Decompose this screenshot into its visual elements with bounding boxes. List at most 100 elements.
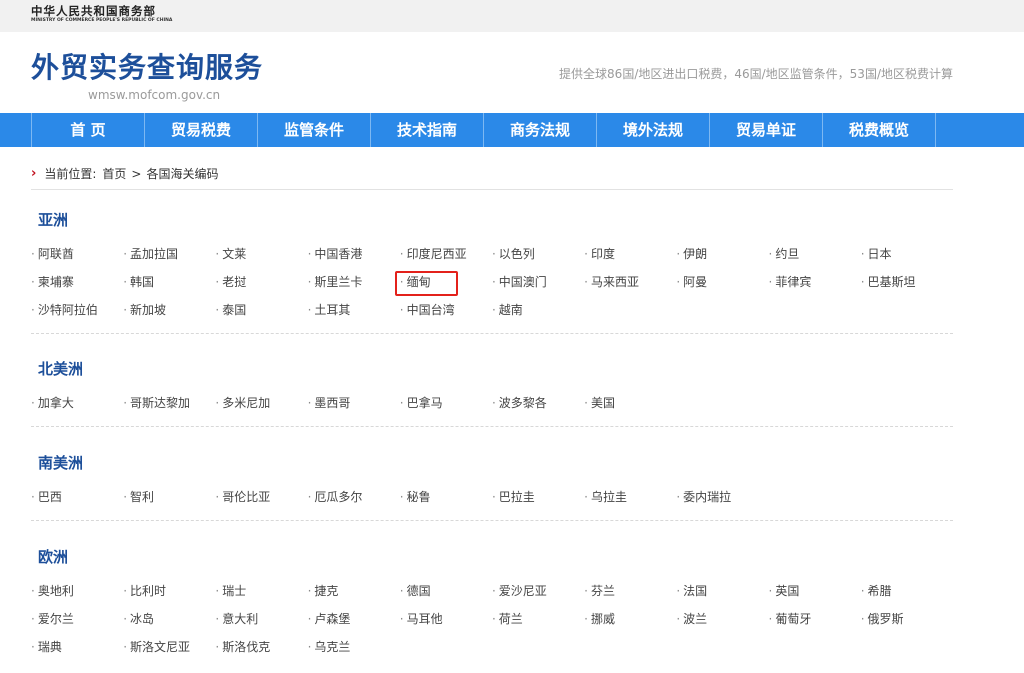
country-label: 俄罗斯: [867, 612, 904, 626]
country-link[interactable]: · 新加坡: [123, 301, 215, 319]
breadcrumb-home-link[interactable]: 首页: [102, 166, 126, 182]
nav-item-3[interactable]: 技术指南: [371, 113, 484, 147]
nav-item-6[interactable]: 贸易单证: [710, 113, 823, 147]
nav-item-2[interactable]: 监管条件: [258, 113, 371, 147]
country-link[interactable]: · 伊朗: [676, 245, 768, 263]
country-link[interactable]: · 哥斯达黎加: [123, 394, 215, 412]
country-link[interactable]: · 瑞士: [215, 582, 307, 600]
country-link[interactable]: · 文莱: [215, 245, 307, 263]
country-link[interactable]: · 乌拉圭: [584, 488, 676, 506]
bullet-dot-icon: ·: [31, 640, 35, 654]
country-link[interactable]: · 约旦: [769, 245, 861, 263]
country-link[interactable]: · 葡萄牙: [769, 610, 861, 628]
country-link[interactable]: · 爱沙尼亚: [492, 582, 584, 600]
nav-item-4[interactable]: 商务法规: [484, 113, 597, 147]
country-link[interactable]: · 俄罗斯: [861, 610, 953, 628]
country-link[interactable]: · 马来西亚: [584, 273, 676, 291]
country-link[interactable]: · 智利: [123, 488, 215, 506]
country-link[interactable]: · 波兰: [676, 610, 768, 628]
country-link[interactable]: · 以色列: [492, 245, 584, 263]
country-label: 老挝: [222, 275, 247, 289]
country-link[interactable]: · 巴西: [31, 488, 123, 506]
country-link[interactable]: · 卢森堡: [308, 610, 400, 628]
country-link[interactable]: · 巴拉圭: [492, 488, 584, 506]
country-link[interactable]: · 意大利: [215, 610, 307, 628]
country-label: 中国澳门: [498, 275, 547, 289]
country-link[interactable]: · 斯洛文尼亚: [123, 638, 215, 656]
country-link[interactable]: · 多米尼加: [215, 394, 307, 412]
country-link[interactable]: · 印度: [584, 245, 676, 263]
country-link[interactable]: · 奥地利: [31, 582, 123, 600]
country-link[interactable]: · 阿联酋: [31, 245, 123, 263]
bullet-dot-icon: ·: [307, 275, 312, 289]
country-link[interactable]: · 爱尔兰: [31, 610, 123, 628]
ministry-logo[interactable]: 中华人民共和国商务部 MINISTRY OF COMMERCE PEOPLE'S…: [31, 4, 172, 24]
bullet-dot-icon: ·: [768, 584, 773, 598]
country-link[interactable]: · 印度尼西亚: [400, 245, 492, 263]
country-link[interactable]: · 墨西哥: [308, 394, 400, 412]
country-label: 新加坡: [130, 303, 167, 317]
country-link[interactable]: · 荷兰: [492, 610, 584, 628]
country-link[interactable]: · 英国: [769, 582, 861, 600]
country-link[interactable]: · 芬兰: [584, 582, 676, 600]
country-link[interactable]: · 阿曼: [676, 273, 768, 291]
bullet-dot-icon: ·: [584, 584, 588, 598]
bullet-dot-icon: ·: [399, 396, 404, 410]
country-grid: · 阿联酋 · 孟加拉国 · 文莱 · 中国香港 · 印度尼西亚 · 以色列 · 印度 · 伊朗 · 约旦 · 日本 ·…: [31, 245, 953, 319]
region-title: 北美洲: [38, 360, 84, 378]
bullet-dot-icon: ·: [215, 584, 220, 598]
country-grid: · 奥地利 · 比利时 · 瑞士 · 捷克 · 德国 · 爱沙尼亚 · 芬兰 · 法国 · 英国 · 希腊 · 爱尔兰 · 冰…: [31, 582, 953, 656]
country-link[interactable]: · 加拿大: [31, 394, 123, 412]
country-link[interactable]: · 美国: [584, 394, 676, 412]
nav-item-0[interactable]: 首 页: [32, 113, 145, 147]
bullet-dot-icon: ·: [860, 612, 865, 626]
country-link[interactable]: · 菲律宾: [769, 273, 861, 291]
country-link[interactable]: · 德国: [400, 582, 492, 600]
bullet-dot-icon: ·: [123, 640, 128, 654]
country-link[interactable]: · 沙特阿拉伯: [31, 301, 123, 319]
country-link[interactable]: · 秘鲁: [400, 488, 492, 506]
country-label: 爱尔兰: [37, 612, 74, 626]
country-link[interactable]: · 捷克: [308, 582, 400, 600]
country-label: 瑞典: [37, 640, 62, 654]
bullet-dot-icon: ·: [584, 612, 588, 626]
country-link[interactable]: · 巴基斯坦: [861, 273, 953, 291]
nav-item-5[interactable]: 境外法规: [597, 113, 710, 147]
bullet-dot-icon: ·: [31, 303, 35, 317]
nav-item-7[interactable]: 税费概览: [823, 113, 936, 147]
country-link[interactable]: · 中国香港: [308, 245, 400, 263]
bullet-dot-icon: ·: [584, 247, 588, 261]
country-link[interactable]: · 巴拿马: [400, 394, 492, 412]
country-link[interactable]: · 乌克兰: [308, 638, 400, 656]
country-link[interactable]: · 瑞典: [31, 638, 123, 656]
country-link[interactable]: · 越南: [492, 301, 584, 319]
site-title[interactable]: 外贸实务查询服务: [31, 52, 263, 84]
country-link[interactable]: · 缅甸: [400, 273, 492, 291]
country-link[interactable]: · 希腊: [861, 582, 953, 600]
country-link[interactable]: · 斯里兰卡: [308, 273, 400, 291]
country-label: 希腊: [867, 584, 892, 598]
bullet-dot-icon: ·: [31, 396, 35, 410]
country-link[interactable]: · 土耳其: [308, 301, 400, 319]
country-link[interactable]: · 厄瓜多尔: [308, 488, 400, 506]
country-link[interactable]: · 中国台湾: [400, 301, 492, 319]
country-link[interactable]: · 委内瑞拉: [676, 488, 768, 506]
country-link[interactable]: · 冰岛: [123, 610, 215, 628]
country-link[interactable]: · 比利时: [123, 582, 215, 600]
country-link[interactable]: · 挪威: [584, 610, 676, 628]
country-link[interactable]: · 韩国: [123, 273, 215, 291]
country-link[interactable]: · 法国: [676, 582, 768, 600]
country-link[interactable]: · 马耳他: [400, 610, 492, 628]
country-link[interactable]: · 中国澳门: [492, 273, 584, 291]
country-link[interactable]: · 老挝: [215, 273, 307, 291]
country-link[interactable]: · 哥伦比亚: [215, 488, 307, 506]
country-link[interactable]: · 孟加拉国: [123, 245, 215, 263]
country-link[interactable]: · 波多黎各: [492, 394, 584, 412]
country-link[interactable]: · 泰国: [215, 301, 307, 319]
country-link[interactable]: · 日本: [861, 245, 953, 263]
nav-item-1[interactable]: 贸易税费: [145, 113, 258, 147]
country-link[interactable]: · 柬埔寨: [31, 273, 123, 291]
bullet-dot-icon: ·: [215, 640, 220, 654]
country-link[interactable]: · 斯洛伐克: [215, 638, 307, 656]
bullet-dot-icon: ·: [307, 640, 312, 654]
